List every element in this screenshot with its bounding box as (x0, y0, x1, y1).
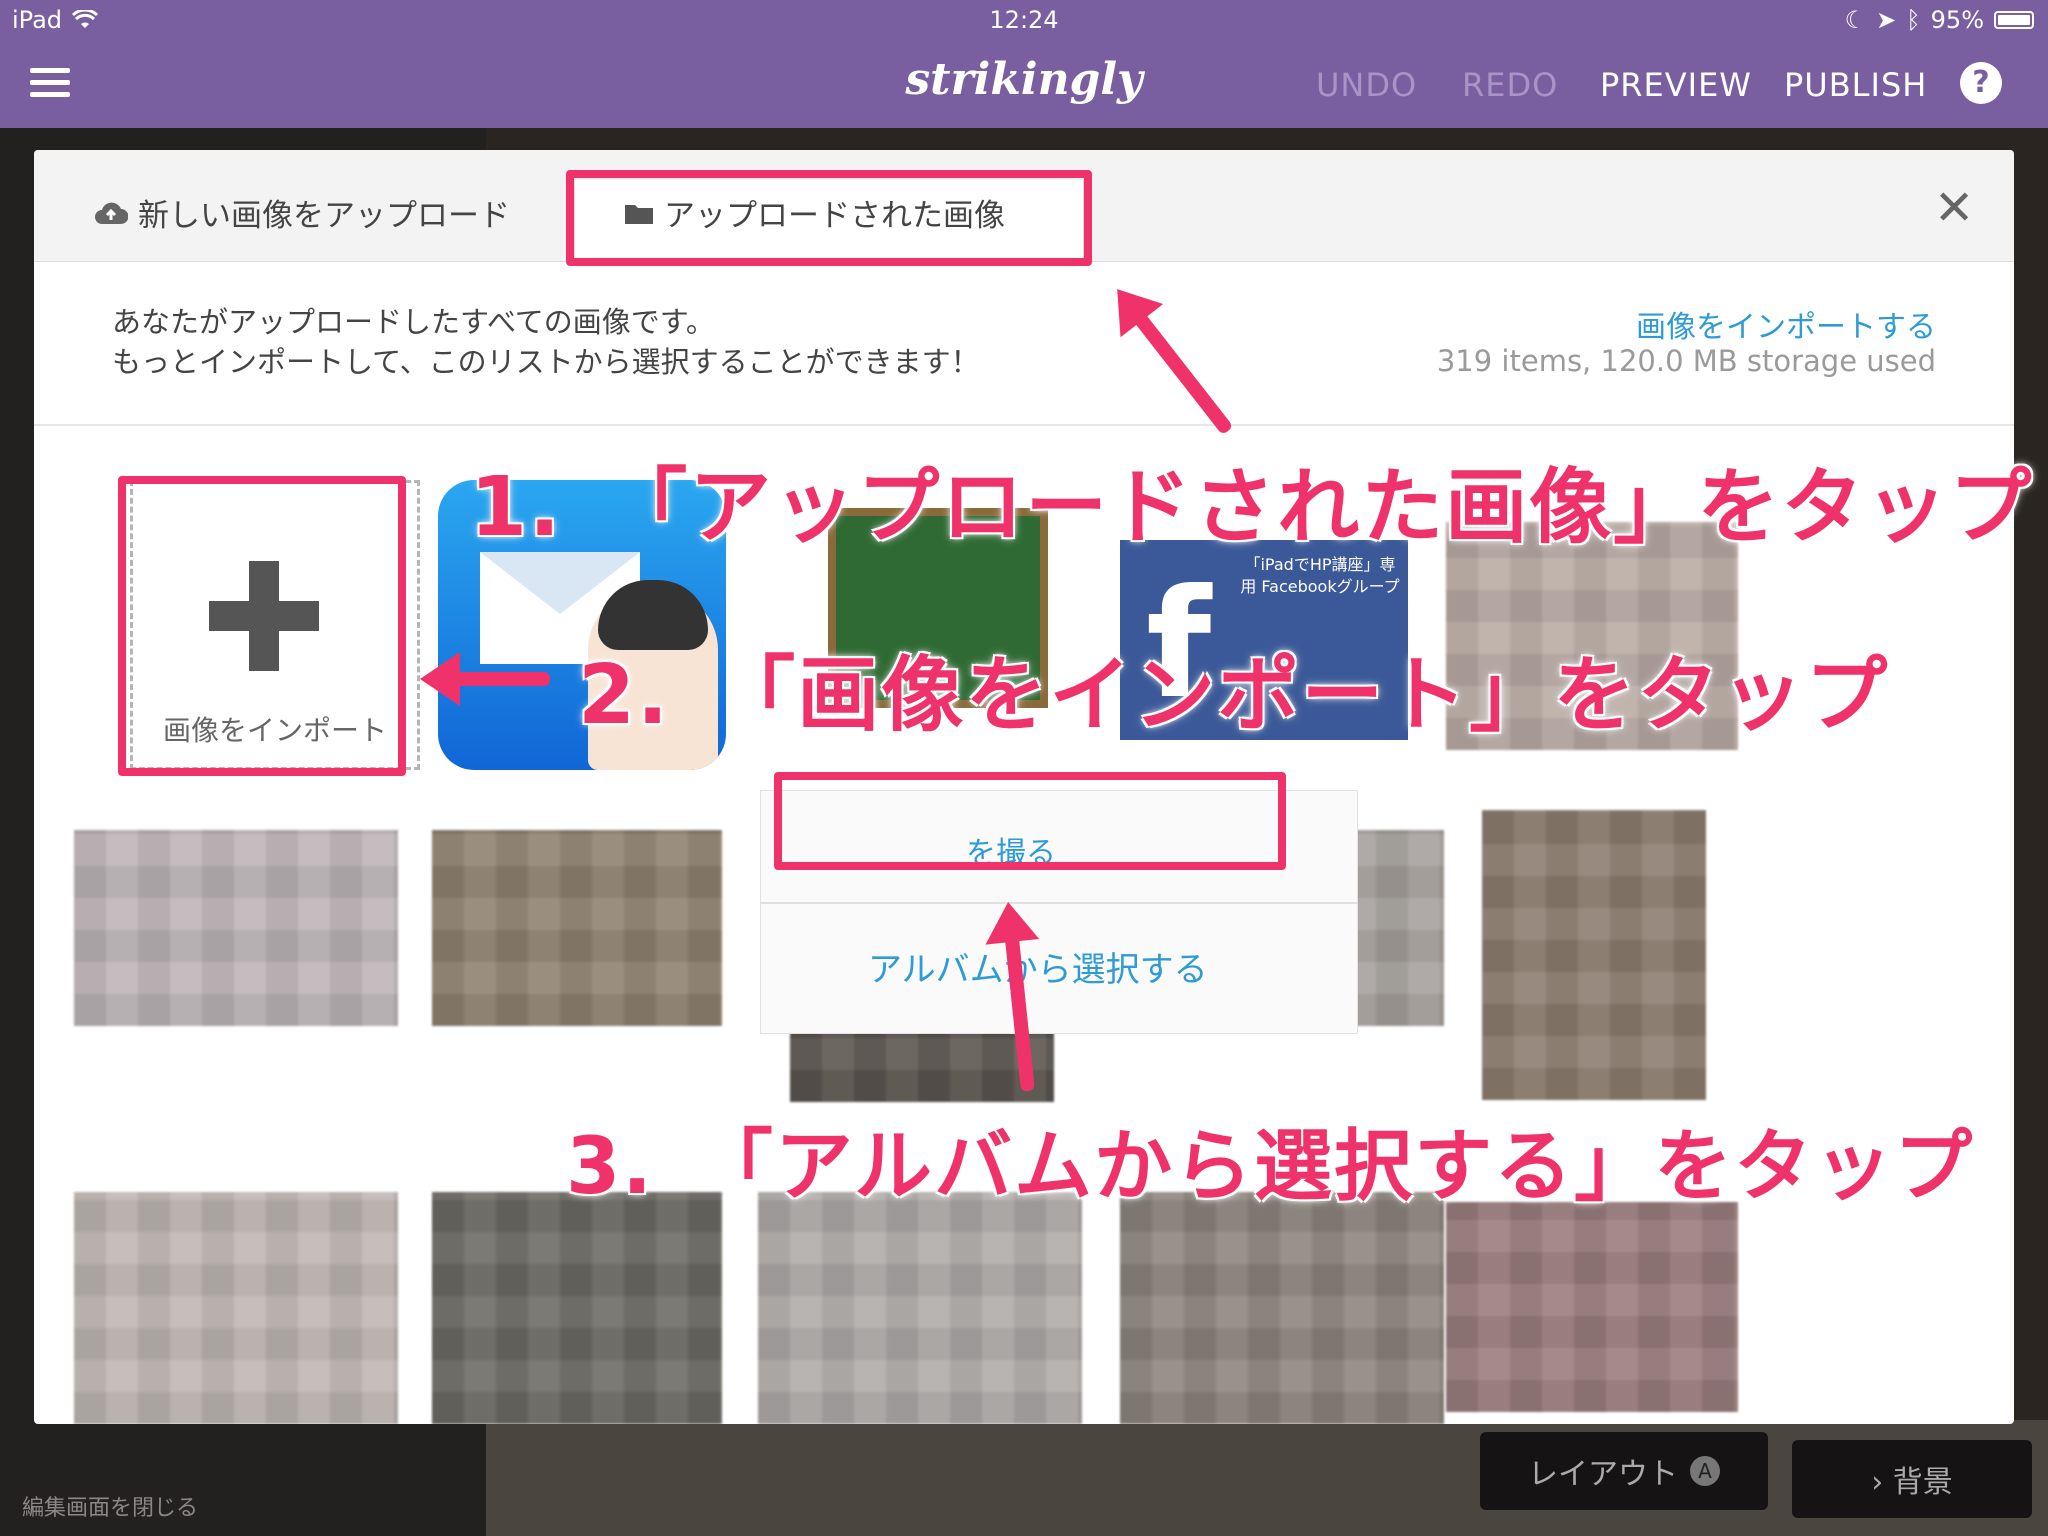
moon-icon: ☾ (1844, 6, 1867, 34)
image-thumb[interactable] (432, 1192, 722, 1424)
layout-badge: A (1690, 1456, 1720, 1486)
location-icon: ➤ (1876, 6, 1897, 34)
help-icon[interactable]: ? (1960, 62, 2002, 104)
preview-button[interactable]: PREVIEW (1600, 66, 1752, 104)
redo-button[interactable]: REDO (1462, 66, 1558, 104)
status-time: 12:24 (989, 6, 1059, 34)
header-divider (34, 424, 2014, 426)
close-icon[interactable]: ✕ (1934, 184, 1974, 232)
storage-usage: 319 items, 120.0 MB storage used (1436, 344, 1936, 378)
highlight-uploaded-tab (566, 170, 1092, 266)
layout-label: レイアウト (1528, 1457, 1678, 1492)
cloud-upload-icon (95, 202, 128, 224)
app-header: strikingly UNDO REDO PREVIEW PUBLISH ? (0, 40, 2048, 128)
image-thumb[interactable] (1446, 1202, 1738, 1412)
image-thumb[interactable] (1482, 810, 1706, 1100)
image-thumb[interactable] (74, 830, 398, 1026)
undo-button[interactable]: UNDO (1316, 66, 1417, 104)
facebook-tile-text: 「iPadでHP講座」専用 Facebookグループ (1240, 555, 1400, 596)
highlight-import-tile (118, 476, 406, 776)
battery-icon (1994, 11, 2034, 29)
popover-divider (760, 902, 1358, 904)
bluetooth-icon: ᛒ (1906, 6, 1921, 34)
image-thumb[interactable] (1120, 1192, 1444, 1424)
info-text: あなたがアップロードしたすべての画像です。 もっとインポートして、このリストから… (112, 302, 980, 382)
image-thumb[interactable] (432, 830, 722, 1026)
battery-percent: 95% (1930, 6, 1984, 34)
choose-from-album-option[interactable]: アルバムから選択する (868, 942, 1208, 991)
ios-status-bar: iPad 12:24 ☾ ➤ ᛒ 95% (0, 0, 2048, 40)
publish-button[interactable]: PUBLISH (1784, 66, 1927, 104)
image-thumb[interactable] (74, 1192, 398, 1424)
annotation-step-1: 1. 「アップロードされた画像」をタップ (470, 460, 2034, 555)
close-editor-link[interactable]: 編集画面を閉じる (22, 1490, 198, 1522)
layout-button[interactable]: レイアウト A (1480, 1432, 1768, 1510)
annotation-step-2: 2. 「画像をインポート」をタップ (578, 648, 1890, 743)
arrow-to-import-tile (450, 672, 550, 686)
info-line-1: あなたがアップロードしたすべての画像です。 (112, 305, 715, 339)
tab-upload-new[interactable]: 新しい画像をアップロード (94, 190, 510, 235)
status-right: ☾ ➤ ᛒ 95% (1845, 6, 2034, 34)
background-button[interactable]: › 背景 (1792, 1440, 2032, 1518)
info-line-2: もっとインポートして、このリストから選択することができます！ (112, 345, 980, 379)
tab-upload-new-label: 新しい画像をアップロード (138, 198, 510, 234)
annotation-step-3: 3. 「アルバムから選択する」をタップ (566, 1122, 1975, 1212)
image-thumb[interactable] (758, 1192, 1082, 1424)
import-images-link[interactable]: 画像をインポートする (1636, 302, 1936, 346)
highlight-album-option (774, 772, 1286, 870)
